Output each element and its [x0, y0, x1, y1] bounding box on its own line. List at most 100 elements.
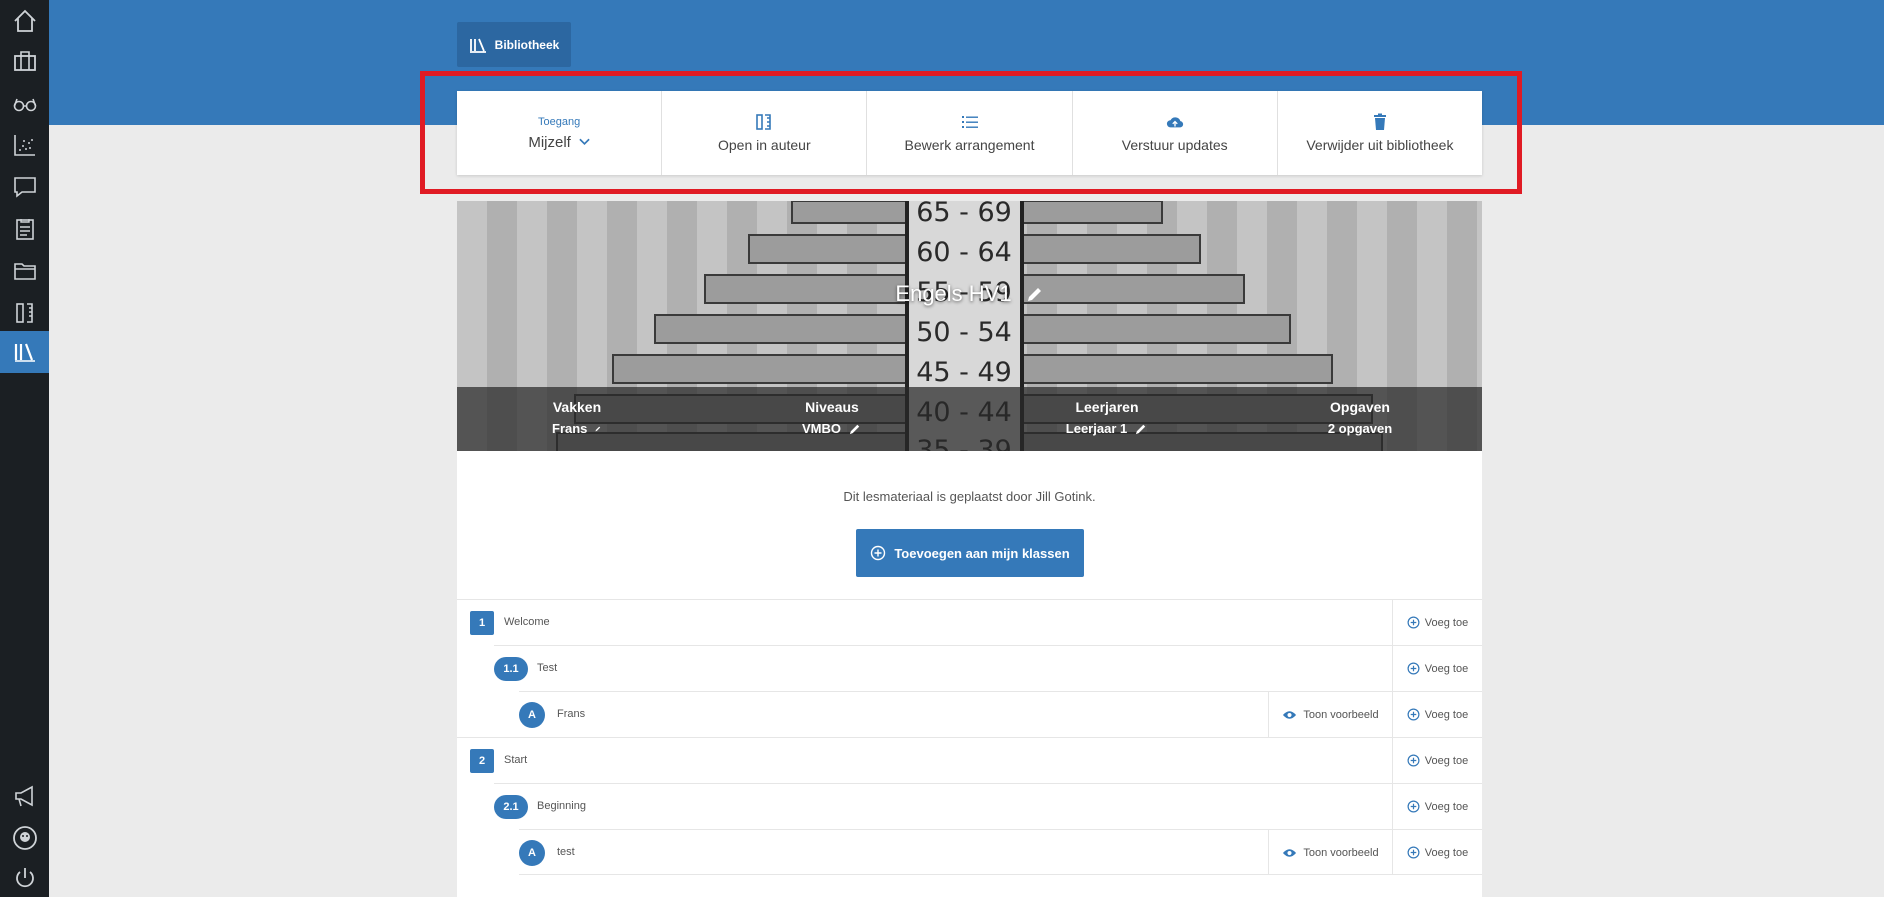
tab-library[interactable]: Bibliotheek — [457, 22, 571, 67]
meta-years-head: Leerjaren — [1075, 399, 1139, 415]
course-title: Engels HV1 — [457, 281, 1482, 307]
access-value: Mijzelf — [528, 134, 590, 151]
course-title-text: Engels HV1 — [895, 281, 1012, 306]
folder-icon — [13, 263, 36, 280]
remove-library-label: Verwijder uit bibliotheek — [1306, 137, 1454, 153]
add-item-button[interactable]: Voeg toe — [1392, 692, 1482, 737]
pencil-icon[interactable] — [849, 422, 862, 435]
list-item-label[interactable]: Frans — [557, 708, 585, 720]
library-icon — [469, 38, 486, 53]
send-updates-button[interactable]: Verstuur updates — [1073, 91, 1278, 175]
eye-icon — [1283, 710, 1297, 719]
pencil-icon[interactable] — [1135, 422, 1148, 435]
trash-icon — [1373, 113, 1386, 130]
chat-icon — [13, 177, 36, 198]
list-icon — [961, 116, 978, 128]
list-item: 1.1 Test Voeg toe — [494, 645, 1482, 691]
add-item-label: Voeg toe — [1424, 800, 1469, 813]
preview-button[interactable]: Toon voorbeeld — [1268, 830, 1392, 875]
cloud-upload-icon — [1166, 117, 1183, 128]
sidebar-item-briefcase[interactable] — [0, 40, 49, 82]
sidebar-item-chart[interactable] — [0, 124, 49, 166]
sidebar-item-author[interactable] — [0, 292, 49, 334]
meta-bar: Vakken Frans Niveaus VMBO Leerjaren Leer… — [457, 387, 1482, 451]
sidebar-item-logout[interactable] — [0, 857, 49, 897]
add-item-label: Voeg toe — [1424, 846, 1469, 859]
add-item-label: Voeg toe — [1424, 754, 1469, 767]
add-item-button[interactable]: Voeg toe — [1392, 784, 1482, 829]
sidebar-item-home[interactable] — [0, 0, 49, 42]
megaphone-icon — [14, 785, 33, 807]
chapter-badge: 2 — [470, 749, 494, 773]
list-item-label[interactable]: Start — [504, 754, 527, 766]
add-item-label: Voeg toe — [1424, 616, 1469, 629]
meta-years-text: Leerjaar 1 — [1065, 421, 1128, 436]
plus-circle-icon — [1407, 754, 1420, 767]
open-author-label: Open in auteur — [717, 137, 811, 153]
author-icon — [15, 303, 33, 323]
placed-by-text: Dit lesmateriaal is geplaatst door Jill … — [843, 489, 1096, 504]
svg-text:60 - 64: 60 - 64 — [916, 237, 1012, 268]
list-item-label[interactable]: Beginning — [537, 800, 586, 812]
sidebar-item-glasses[interactable] — [0, 82, 49, 124]
svg-text:65 - 69: 65 - 69 — [916, 201, 1012, 228]
meta-tasks-head: Opgaven — [1330, 399, 1390, 415]
sidebar-item-folder[interactable] — [0, 250, 49, 292]
edit-arrangement-label: Bewerk arrangement — [904, 137, 1035, 153]
task-badge: A — [519, 840, 545, 866]
chapter-badge: 1 — [470, 611, 494, 635]
list-item-label[interactable]: Test — [537, 662, 557, 674]
svg-text:50 - 54: 50 - 54 — [916, 317, 1012, 348]
svg-text:45 - 49: 45 - 49 — [916, 357, 1012, 388]
sidebar-item-announcements[interactable] — [0, 775, 49, 817]
eye-icon — [1283, 848, 1297, 857]
preview-label: Toon voorbeeld — [1303, 708, 1379, 721]
open-author-button[interactable]: Open in auteur — [662, 91, 868, 175]
pencil-icon[interactable] — [1026, 285, 1044, 303]
sidebar-item-library[interactable] — [0, 331, 49, 373]
library-icon — [14, 343, 35, 362]
action-bar: Toegang Mijzelf Open in auteur Bewerk ar… — [457, 91, 1482, 175]
sidebar-item-profile[interactable] — [0, 817, 49, 859]
send-updates-label: Verstuur updates — [1121, 137, 1228, 153]
pencil-icon[interactable] — [595, 422, 602, 435]
plus-circle-icon — [1407, 708, 1420, 721]
meta-levels-text: VMBO — [802, 421, 841, 436]
access-value-text: Mijzelf — [528, 133, 571, 151]
meta-subjects-value[interactable]: Frans — [552, 421, 602, 436]
list-item: 2.1 Beginning Voeg toe — [494, 783, 1482, 829]
glasses-icon — [13, 98, 36, 112]
preview-button[interactable]: Toon voorbeeld — [1268, 692, 1392, 737]
list-item-label[interactable]: Welcome — [504, 616, 550, 628]
meta-years: Leerjaren Leerjaar 1 — [1062, 399, 1152, 436]
access-dropdown[interactable]: Toegang Mijzelf — [457, 91, 663, 175]
add-item-button[interactable]: Voeg toe — [1392, 738, 1482, 783]
list-item-label[interactable]: test — [557, 846, 575, 858]
add-item-label: Voeg toe — [1424, 708, 1469, 721]
avatar-icon — [12, 826, 37, 850]
task-badge: A — [519, 702, 545, 728]
add-item-button[interactable]: Voeg toe — [1392, 830, 1482, 875]
add-to-classes-button[interactable]: Toevoegen aan mijn klassen — [856, 529, 1084, 577]
add-item-label: Voeg toe — [1424, 662, 1469, 675]
edit-arrangement-button[interactable]: Bewerk arrangement — [867, 91, 1073, 175]
meta-subjects-head: Vakken — [552, 399, 602, 415]
meta-subjects: Vakken Frans — [552, 399, 602, 436]
add-item-button[interactable]: Voeg toe — [1392, 646, 1482, 691]
sidebar-item-clipboard[interactable] — [0, 208, 49, 250]
list-item: A Frans Toon voorbeeld Voeg toe — [519, 691, 1482, 737]
list-item: A test Toon voorbeeld Voeg toe — [519, 829, 1482, 875]
power-icon — [15, 868, 34, 888]
add-item-button[interactable]: Voeg toe — [1392, 600, 1482, 645]
tab-library-label: Bibliotheek — [494, 37, 560, 52]
sidebar-item-chat[interactable] — [0, 166, 49, 208]
list-item: 2 Start Voeg toe — [457, 737, 1482, 783]
remove-library-button[interactable]: Verwijder uit bibliotheek — [1278, 91, 1482, 175]
clipboard-icon — [15, 219, 34, 240]
list-item: 1 Welcome Voeg toe — [457, 599, 1482, 645]
chevron-down-icon — [579, 138, 590, 146]
meta-years-value[interactable]: Leerjaar 1 — [1062, 421, 1152, 436]
meta-levels-head: Niveaus — [805, 399, 859, 415]
meta-levels-value[interactable]: VMBO — [792, 421, 872, 436]
section-badge: 2.1 — [494, 795, 528, 819]
